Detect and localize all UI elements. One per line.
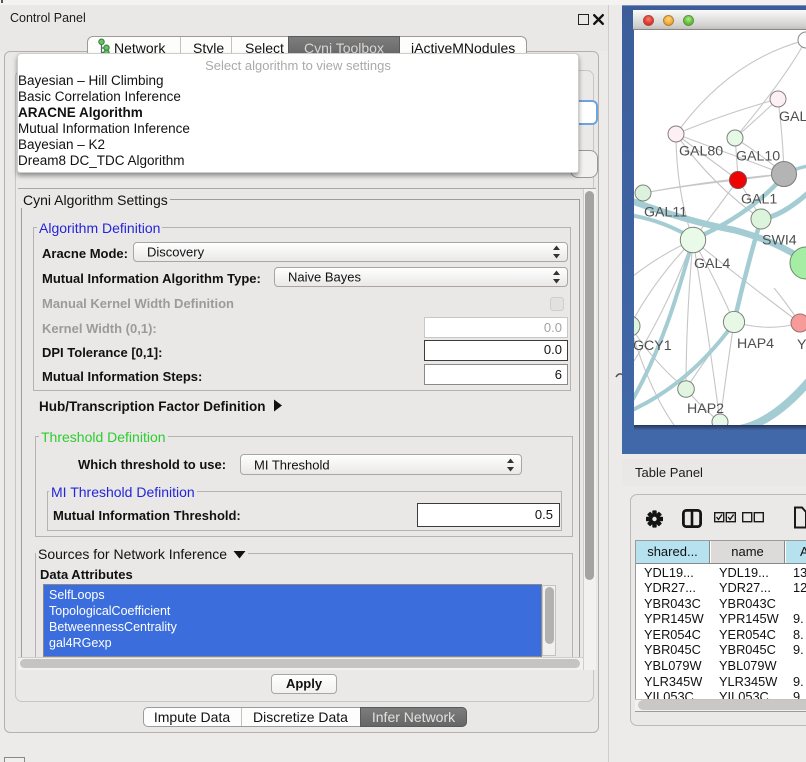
svg-text:GAL80: GAL80 bbox=[679, 144, 723, 160]
svg-text:GCY1: GCY1 bbox=[634, 338, 672, 354]
svg-text:GAL1: GAL1 bbox=[741, 192, 777, 208]
svg-text:Y: Y bbox=[797, 337, 806, 353]
svg-text:HAP4: HAP4 bbox=[737, 336, 774, 352]
svg-text:SWI4: SWI4 bbox=[762, 233, 797, 249]
svg-text:GAL: GAL bbox=[779, 109, 806, 125]
svg-text:GAL10: GAL10 bbox=[736, 149, 780, 165]
svg-text:GAL4: GAL4 bbox=[694, 256, 730, 272]
svg-text:HAP2: HAP2 bbox=[687, 401, 724, 417]
svg-text:GAL11: GAL11 bbox=[644, 205, 687, 221]
